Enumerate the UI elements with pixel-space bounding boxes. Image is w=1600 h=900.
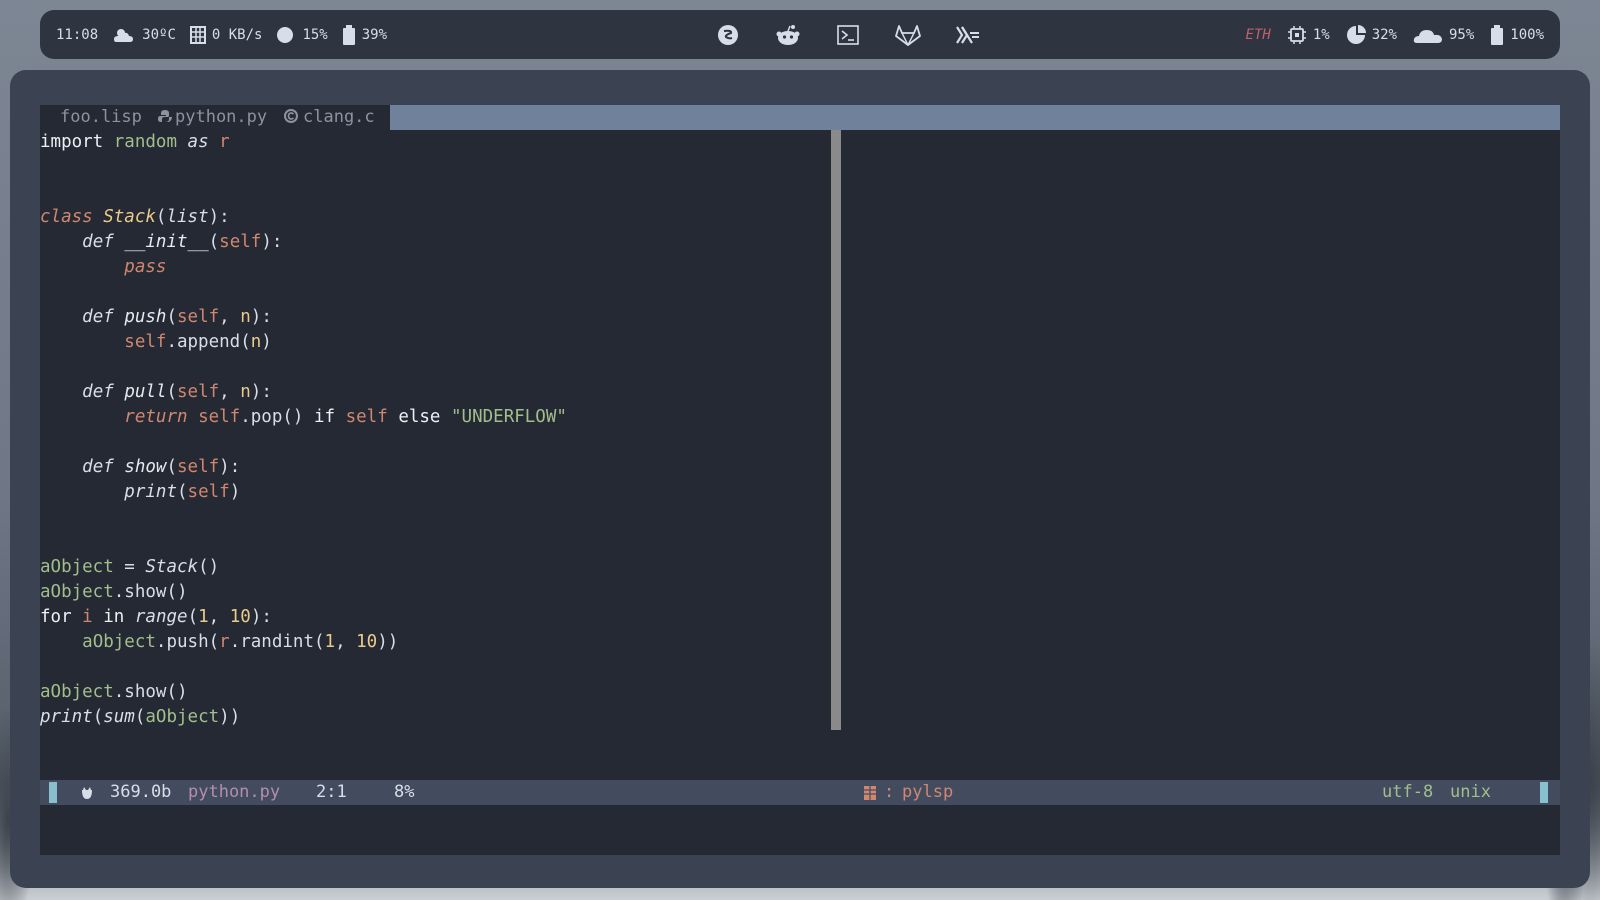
reddit-launcher[interactable] [768, 15, 808, 55]
file-icon [82, 787, 92, 799]
disk-text: 32% [1371, 26, 1397, 43]
code-line: def __init__(self): [82, 232, 283, 252]
code-line: def show(self): [82, 457, 241, 477]
lsp-server[interactable]: pylsp [902, 780, 953, 805]
code-line: import random as r [40, 132, 230, 152]
code-line: def pull(self, n): [82, 382, 272, 402]
battery-text: 100% [1510, 26, 1544, 43]
topbar-left: 11:08 30ºC 0 KB/s 15% 39% [56, 10, 401, 59]
tab-label: foo.lisp [60, 107, 142, 127]
cpu-load-text: 1% [1312, 26, 1330, 43]
tab-label: python.py [175, 107, 268, 127]
command-line[interactable] [40, 805, 1560, 855]
python-icon [158, 110, 172, 122]
pie-chart-icon [1346, 24, 1366, 44]
battery-icon [1491, 24, 1504, 45]
network-text: 0 KB/s [211, 26, 263, 43]
code-buffer[interactable]: import random as r class Stack(list): de… [40, 130, 820, 730]
memory-text: 39% [361, 26, 388, 43]
terminal-launcher[interactable] [828, 15, 868, 55]
cloud-text: 95% [1448, 26, 1475, 43]
clock-text: 11:08 [56, 26, 99, 43]
clock[interactable]: 11:08 [56, 27, 98, 43]
cpu-widget[interactable]: 15% [276, 26, 328, 44]
gitlab-launcher[interactable] [888, 15, 928, 55]
window-split-separator[interactable] [831, 130, 841, 730]
topbar-right: ETH 1% 32% 95% 100% [1230, 10, 1544, 59]
memory-widget[interactable]: 39% [342, 24, 388, 45]
code-line: aObject.show() [40, 582, 188, 602]
terminal-icon [837, 24, 859, 45]
cpu-text: 15% [302, 26, 328, 43]
code-line: print(sum(aObject)) [40, 707, 241, 727]
code-line: print(self) [124, 482, 241, 502]
tab-clang-c[interactable]: clang.c [284, 105, 375, 130]
file-encoding: utf-8 [1382, 782, 1434, 802]
code-line: return self.pop() if self else "UNDERFLO… [124, 407, 567, 427]
statusline-left-accent [49, 782, 57, 803]
eth-label: ETH [1245, 26, 1271, 43]
tab-foo-lisp[interactable]: foo.lisp [60, 105, 142, 130]
emacs-launcher[interactable] [708, 15, 748, 55]
cloud-widget[interactable]: 95% [1413, 26, 1474, 44]
haskell-launcher[interactable] [948, 15, 988, 55]
code-line: aObject = Stack() [40, 557, 220, 577]
weather-widget[interactable]: 30ºC [112, 26, 176, 44]
top-status-bar: 11:08 30ºC 0 KB/s 15% 39% ETH 1% 32% 95%… [40, 10, 1560, 59]
gitlab-icon [895, 24, 921, 46]
network-icon [189, 25, 206, 44]
code-line: aObject.push(r.randint(1, 10)) [82, 632, 399, 652]
battery-widget[interactable]: 100% [1490, 24, 1544, 45]
scroll-percent: 8% [394, 782, 415, 802]
circle-icon [277, 26, 294, 43]
battery-vertical-icon [342, 24, 355, 45]
cpu-load-widget[interactable]: 1% [1287, 25, 1330, 45]
file-format: unix [1450, 782, 1491, 802]
lsp-icon [864, 786, 876, 800]
cloud-sun-icon [114, 28, 134, 42]
app-launcher [708, 10, 1008, 59]
tab-label: clang.c [303, 107, 375, 127]
code-line: class Stack(list): [40, 207, 230, 227]
c-icon [284, 109, 298, 123]
eth-widget[interactable]: ETH [1246, 27, 1271, 43]
code-line: self.append(n) [124, 332, 272, 352]
buffer-tabline: foo.lisp python.py clang.c [40, 105, 1560, 130]
disk-widget[interactable]: 32% [1346, 24, 1397, 45]
lsp-separator: : [884, 782, 895, 802]
network-widget[interactable]: 0 KB/s [189, 25, 263, 44]
code-line: aObject.show() [40, 682, 188, 702]
temperature-text: 30ºC [142, 26, 176, 43]
emacs-icon [718, 24, 738, 45]
haskell-icon [956, 25, 979, 44]
file-size: 369.0b [110, 782, 172, 802]
tab-python-py[interactable]: python.py [158, 105, 268, 130]
file-name: python.py [188, 782, 281, 802]
code-line: pass [124, 257, 167, 277]
code-line: for i in range(1, 10): [40, 607, 272, 627]
code-line: def push(self, n): [82, 307, 272, 327]
reddit-icon [776, 24, 800, 45]
statusline-right-accent [1540, 782, 1548, 803]
cursor-position: 2:1 [316, 782, 347, 802]
chip-icon [1287, 25, 1306, 44]
cloud-icon [1413, 29, 1442, 43]
statusline: 369.0b python.py 2:1 8% : pylsp utf-8 un… [40, 780, 1560, 805]
